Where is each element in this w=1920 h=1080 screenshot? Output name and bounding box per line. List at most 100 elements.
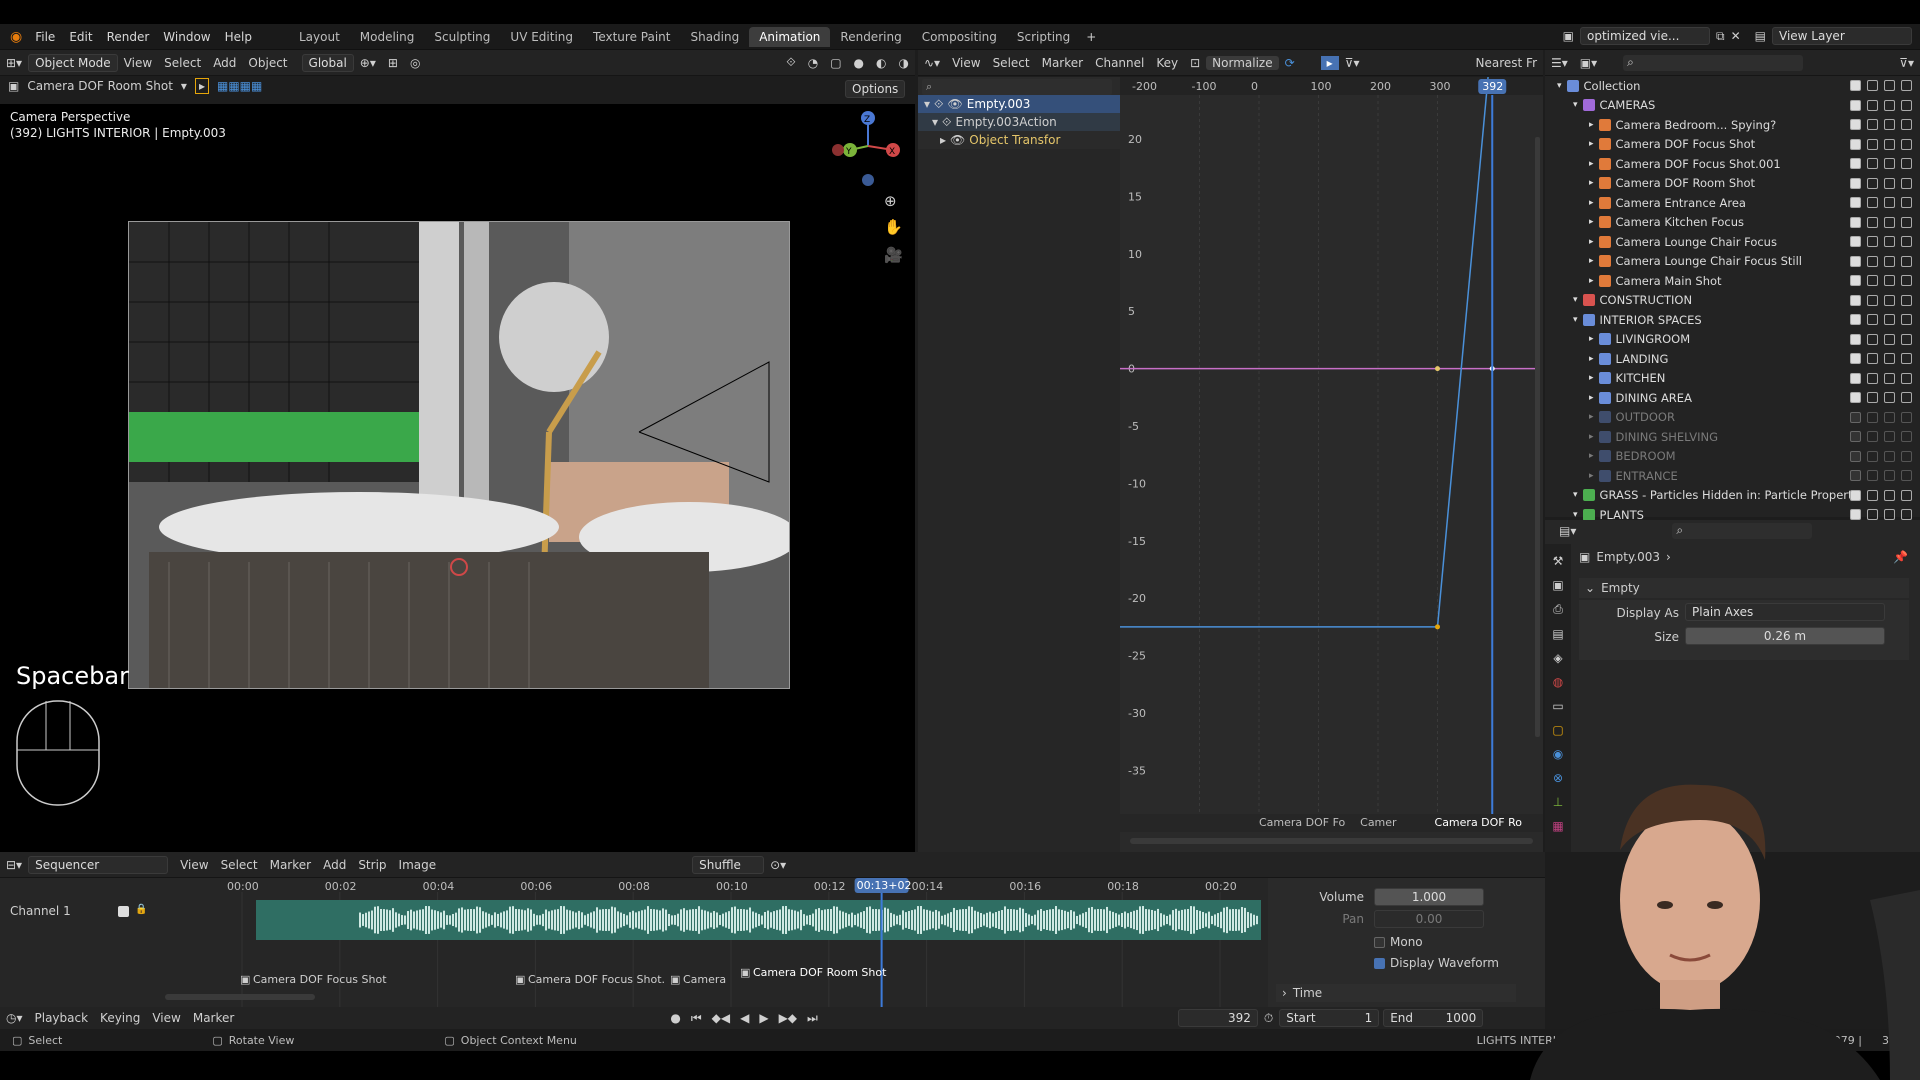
expand-icon[interactable]: ▸ [1589, 120, 1594, 130]
pan-hand-icon[interactable]: ✋ [884, 218, 903, 236]
properties-search[interactable]: ⌕ [1672, 523, 1813, 539]
render-icon[interactable] [1884, 314, 1895, 326]
eye-icon[interactable] [1867, 353, 1878, 365]
eye-icon[interactable] [1867, 138, 1878, 150]
camera-restrict-icon[interactable] [1901, 80, 1912, 92]
sequencer-menu-select[interactable]: Select [215, 858, 264, 872]
eye-icon[interactable] [1867, 372, 1878, 384]
sequencer-menu-add[interactable]: Add [317, 858, 352, 872]
render-icon[interactable] [1884, 353, 1895, 365]
expand-icon[interactable]: ▸ [1589, 139, 1594, 149]
render-icon[interactable] [1884, 158, 1895, 170]
proportional-icon[interactable]: ◎ [404, 56, 426, 70]
camera-restrict-icon[interactable] [1901, 275, 1912, 287]
render-icon[interactable] [1884, 275, 1895, 287]
channel-row-object[interactable]: ▾ ⟐ 👁 Empty.003 [918, 95, 1120, 113]
outliner-row-camera-bedroom-spying[interactable]: ▸ Camera Bedroom... Spying? [1545, 115, 1920, 135]
camera-frame[interactable] [128, 221, 790, 689]
expand-icon[interactable]: ▸ [1589, 451, 1594, 461]
camera-restrict-icon[interactable] [1901, 314, 1912, 326]
camera-restrict-icon[interactable] [1901, 158, 1912, 170]
visibility-icon[interactable]: 👁 [950, 133, 965, 147]
include-checkbox[interactable] [1850, 470, 1861, 482]
render-icon[interactable] [1884, 450, 1895, 462]
3d-viewport[interactable]: Camera Perspective (392) LIGHTS INTERIOR… [0, 104, 915, 852]
eye-icon[interactable] [1867, 470, 1878, 482]
world-tab-icon[interactable]: ◍ [1553, 675, 1563, 689]
render-icon[interactable] [1884, 236, 1895, 248]
include-checkbox[interactable] [1850, 99, 1861, 111]
refresh-icon[interactable]: ⟳ [1279, 56, 1301, 70]
play-reverse-icon[interactable]: ◀ [740, 1011, 749, 1025]
camera-restrict-icon[interactable] [1901, 489, 1912, 501]
shading-material-icon[interactable]: ◐ [870, 56, 892, 70]
camera-restrict-icon[interactable] [1901, 99, 1912, 111]
viewport-menu-view[interactable]: View [118, 56, 158, 70]
outliner-row-camera-dof-focus-shot[interactable]: ▸ Camera DOF Focus Shot [1545, 135, 1920, 155]
current-frame-field[interactable]: 392 [1177, 1009, 1258, 1027]
eye-icon[interactable] [1867, 431, 1878, 443]
expand-icon[interactable]: ▾ [1573, 295, 1578, 305]
display-as-dropdown[interactable]: Plain Axes [1685, 603, 1885, 621]
include-checkbox[interactable] [1850, 138, 1861, 150]
outliner-type-icon[interactable]: ☰▾ [1545, 56, 1574, 70]
shuffle-dropdown[interactable]: Shuffle [692, 855, 765, 874]
outliner-row-camera-entrance-area[interactable]: ▸ Camera Entrance Area [1545, 193, 1920, 213]
outliner-row-grass-particles-hidden-in-particle-properti[interactable]: ▾ GRASS - Particles Hidden in: Particle P… [1545, 486, 1920, 506]
outliner-row-dining-area[interactable]: ▸ DINING AREA [1545, 388, 1920, 408]
jump-end-icon[interactable]: ⏭ [807, 1011, 818, 1026]
eye-icon[interactable] [1867, 197, 1878, 209]
graph-menu-select[interactable]: Select [987, 56, 1036, 70]
empty-panel-header[interactable]: ⌄ Empty [1579, 578, 1909, 598]
tab-compositing[interactable]: Compositing [912, 27, 1007, 47]
include-checkbox[interactable] [1850, 216, 1861, 228]
expand-icon[interactable]: ▸ [1589, 373, 1594, 383]
expand-icon[interactable]: ▸ [1589, 412, 1594, 422]
include-checkbox[interactable] [1850, 411, 1861, 423]
camera-restrict-icon[interactable] [1901, 236, 1912, 248]
include-checkbox[interactable] [1850, 158, 1861, 170]
menu-edit[interactable]: Edit [62, 30, 99, 44]
include-checkbox[interactable] [1850, 236, 1861, 248]
graph-menu-channel[interactable]: Channel [1089, 56, 1150, 70]
expand-icon[interactable]: ▾ [1573, 315, 1578, 325]
tab-shading[interactable]: Shading [680, 27, 749, 47]
render-icon[interactable] [1884, 294, 1895, 306]
render-icon[interactable] [1884, 177, 1895, 189]
include-checkbox[interactable] [1850, 509, 1861, 521]
render-icon[interactable] [1884, 333, 1895, 345]
eye-icon[interactable] [1867, 255, 1878, 267]
camera-restrict-icon[interactable] [1901, 372, 1912, 384]
camera-restrict-icon[interactable] [1901, 294, 1912, 306]
collection-tab-icon[interactable]: ▭ [1552, 699, 1563, 713]
render-icon[interactable] [1884, 216, 1895, 228]
mode-dropdown[interactable]: Object Mode [28, 53, 118, 72]
output-tab-icon[interactable]: ⎙ [1553, 602, 1563, 617]
camera-restrict-icon[interactable] [1901, 411, 1912, 423]
filter-icon[interactable]: ⊽▾ [1893, 56, 1920, 70]
orientation-dropdown[interactable]: Global [301, 53, 354, 72]
camera-restrict-icon[interactable] [1901, 138, 1912, 150]
include-checkbox[interactable] [1850, 119, 1861, 131]
outliner-row-livingroom[interactable]: ▸ LIVINGROOM [1545, 330, 1920, 350]
include-checkbox[interactable] [1850, 353, 1861, 365]
expand-icon[interactable]: ▾ [924, 97, 930, 111]
outliner-row-camera-kitchen-focus[interactable]: ▸ Camera Kitchen Focus [1545, 213, 1920, 233]
outliner-row-camera-main-shot[interactable]: ▸ Camera Main Shot [1545, 271, 1920, 291]
timeline-menu-marker[interactable]: Marker [187, 1011, 240, 1025]
eye-icon[interactable] [1867, 177, 1878, 189]
display-waveform-checkbox[interactable] [1374, 958, 1385, 969]
view-layer-tab-icon[interactable]: ▤ [1552, 627, 1563, 641]
include-checkbox[interactable] [1850, 314, 1861, 326]
graph-menu-marker[interactable]: Marker [1036, 56, 1089, 70]
normalize-icon[interactable]: ⊡ [1184, 56, 1206, 70]
eye-icon[interactable] [1867, 509, 1878, 521]
outliner-row-landing[interactable]: ▸ LANDING [1545, 349, 1920, 369]
tool-tab-icon[interactable]: ⚒ [1553, 554, 1564, 568]
only-selected-icon[interactable]: ▸ [1320, 55, 1339, 70]
outliner-row-kitchen[interactable]: ▸ KITCHEN [1545, 369, 1920, 389]
include-checkbox[interactable] [1850, 80, 1861, 92]
scene-tab-icon[interactable]: ◈ [1553, 651, 1562, 665]
add-workspace-icon[interactable]: + [1086, 30, 1096, 44]
expand-icon[interactable]: ▾ [1557, 81, 1562, 91]
